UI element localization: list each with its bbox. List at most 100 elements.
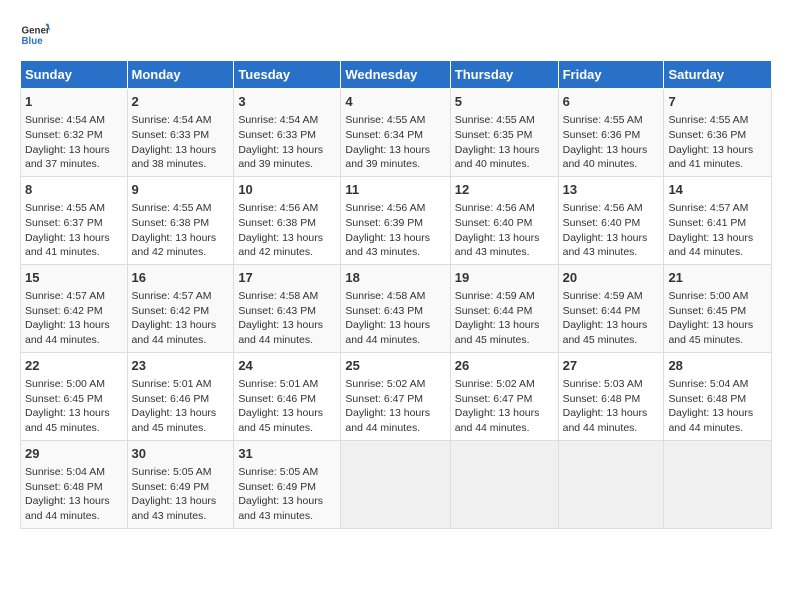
day-number: 15	[25, 269, 123, 287]
calendar-cell: 30 Sunrise: 5:05 AM Sunset: 6:49 PM Dayli…	[127, 440, 234, 528]
day-info: Sunrise: 5:00 AM Sunset: 6:45 PM Dayligh…	[668, 289, 767, 348]
day-number: 9	[132, 181, 230, 199]
calendar-cell: 20 Sunrise: 4:59 AM Sunset: 6:44 PM Dayli…	[558, 264, 664, 352]
calendar-cell: 5 Sunrise: 4:55 AM Sunset: 6:35 PM Daylig…	[450, 89, 558, 177]
day-info: Sunrise: 4:54 AM Sunset: 6:33 PM Dayligh…	[238, 113, 336, 172]
calendar-cell: 18Sunrise: 4:58 AM Sunset: 6:43 PM Dayli…	[341, 264, 450, 352]
day-info: Sunrise: 5:05 AM Sunset: 6:49 PM Dayligh…	[238, 465, 336, 524]
col-header-friday: Friday	[558, 61, 664, 89]
day-number: 17	[238, 269, 336, 287]
day-info: Sunrise: 5:00 AM Sunset: 6:45 PM Dayligh…	[25, 377, 123, 436]
day-number: 2	[132, 93, 230, 111]
calendar-cell: 13 Sunrise: 4:56 AM Sunset: 6:40 PM Dayli…	[558, 176, 664, 264]
day-info: Sunrise: 4:55 AM Sunset: 6:37 PM Dayligh…	[25, 201, 123, 260]
calendar-cell: 2 Sunrise: 4:54 AM Sunset: 6:33 PM Daylig…	[127, 89, 234, 177]
calendar-week-3: 15 Sunrise: 4:57 AM Sunset: 6:42 PM Dayli…	[21, 264, 772, 352]
day-info: Sunrise: 4:55 AM Sunset: 6:38 PM Dayligh…	[132, 201, 230, 260]
day-info: Sunrise: 4:56 AM Sunset: 6:40 PM Dayligh…	[455, 201, 554, 260]
col-header-thursday: Thursday	[450, 61, 558, 89]
calendar-cell: 6 Sunrise: 4:55 AM Sunset: 6:36 PM Daylig…	[558, 89, 664, 177]
day-number: 28	[668, 357, 767, 375]
day-info: Sunrise: 5:04 AM Sunset: 6:48 PM Dayligh…	[25, 465, 123, 524]
calendar-cell: 15 Sunrise: 4:57 AM Sunset: 6:42 PM Dayli…	[21, 264, 128, 352]
day-number: 12	[455, 181, 554, 199]
calendar-cell	[341, 440, 450, 528]
day-info: Sunrise: 4:57 AM Sunset: 6:42 PM Dayligh…	[132, 289, 230, 348]
day-number: 25	[345, 357, 445, 375]
col-header-sunday: Sunday	[21, 61, 128, 89]
page-header: General Blue	[20, 20, 772, 50]
day-number: 27	[563, 357, 660, 375]
svg-text:Blue: Blue	[22, 36, 44, 47]
day-info: Sunrise: 5:05 AM Sunset: 6:49 PM Dayligh…	[132, 465, 230, 524]
calendar-cell: 27Sunrise: 5:03 AM Sunset: 6:48 PM Dayli…	[558, 352, 664, 440]
day-info: Sunrise: 5:01 AM Sunset: 6:46 PM Dayligh…	[132, 377, 230, 436]
svg-text:General: General	[22, 26, 51, 37]
calendar-cell: 28 Sunrise: 5:04 AM Sunset: 6:48 PM Dayli…	[664, 352, 772, 440]
calendar-cell: 25Sunrise: 5:02 AM Sunset: 6:47 PM Dayli…	[341, 352, 450, 440]
day-info: Sunrise: 4:55 AM Sunset: 6:36 PM Dayligh…	[563, 113, 660, 172]
col-header-tuesday: Tuesday	[234, 61, 341, 89]
calendar-cell: 19 Sunrise: 4:59 AM Sunset: 6:44 PM Dayli…	[450, 264, 558, 352]
calendar-cell: 16 Sunrise: 4:57 AM Sunset: 6:42 PM Dayli…	[127, 264, 234, 352]
calendar-cell: 21 Sunrise: 5:00 AM Sunset: 6:45 PM Dayli…	[664, 264, 772, 352]
calendar-cell: 29 Sunrise: 5:04 AM Sunset: 6:48 PM Dayli…	[21, 440, 128, 528]
day-number: 5	[455, 93, 554, 111]
calendar-cell: 10Sunrise: 4:56 AM Sunset: 6:38 PM Dayli…	[234, 176, 341, 264]
col-header-monday: Monday	[127, 61, 234, 89]
day-info: Sunrise: 4:59 AM Sunset: 6:44 PM Dayligh…	[455, 289, 554, 348]
calendar-week-5: 29 Sunrise: 5:04 AM Sunset: 6:48 PM Dayli…	[21, 440, 772, 528]
calendar-week-1: 1 Sunrise: 4:54 AM Sunset: 6:32 PM Daylig…	[21, 89, 772, 177]
calendar-cell	[664, 440, 772, 528]
day-number: 4	[345, 93, 445, 111]
day-info: Sunrise: 4:55 AM Sunset: 6:35 PM Dayligh…	[455, 113, 554, 172]
calendar-cell: 8 Sunrise: 4:55 AM Sunset: 6:37 PM Daylig…	[21, 176, 128, 264]
calendar-cell: 31 Sunrise: 5:05 AM Sunset: 6:49 PM Dayli…	[234, 440, 341, 528]
calendar-cell: 9 Sunrise: 4:55 AM Sunset: 6:38 PM Daylig…	[127, 176, 234, 264]
calendar-cell: 11Sunrise: 4:56 AM Sunset: 6:39 PM Dayli…	[341, 176, 450, 264]
day-number: 19	[455, 269, 554, 287]
col-header-wednesday: Wednesday	[341, 61, 450, 89]
day-info: Sunrise: 4:58 AM Sunset: 6:43 PM Dayligh…	[238, 289, 336, 348]
calendar-cell: 3 Sunrise: 4:54 AM Sunset: 6:33 PM Daylig…	[234, 89, 341, 177]
day-number: 3	[238, 93, 336, 111]
day-info: Sunrise: 4:54 AM Sunset: 6:33 PM Dayligh…	[132, 113, 230, 172]
day-number: 30	[132, 445, 230, 463]
day-info: Sunrise: 4:57 AM Sunset: 6:41 PM Dayligh…	[668, 201, 767, 260]
calendar-cell: 1 Sunrise: 4:54 AM Sunset: 6:32 PM Daylig…	[21, 89, 128, 177]
day-number: 16	[132, 269, 230, 287]
calendar-cell	[558, 440, 664, 528]
col-header-saturday: Saturday	[664, 61, 772, 89]
calendar-cell: 12 Sunrise: 4:56 AM Sunset: 6:40 PM Dayli…	[450, 176, 558, 264]
day-number: 26	[455, 357, 554, 375]
day-number: 23	[132, 357, 230, 375]
day-info: Sunrise: 4:56 AM Sunset: 6:40 PM Dayligh…	[563, 201, 660, 260]
day-number: 20	[563, 269, 660, 287]
calendar-table: SundayMondayTuesdayWednesdayThursdayFrid…	[20, 60, 772, 529]
day-info: Sunrise: 4:59 AM Sunset: 6:44 PM Dayligh…	[563, 289, 660, 348]
day-number: 18	[345, 269, 445, 287]
calendar-cell: 23 Sunrise: 5:01 AM Sunset: 6:46 PM Dayli…	[127, 352, 234, 440]
logo: General Blue	[20, 20, 50, 50]
calendar-week-2: 8 Sunrise: 4:55 AM Sunset: 6:37 PM Daylig…	[21, 176, 772, 264]
day-number: 24	[238, 357, 336, 375]
day-number: 13	[563, 181, 660, 199]
calendar-cell	[450, 440, 558, 528]
day-number: 31	[238, 445, 336, 463]
day-info: Sunrise: 5:01 AM Sunset: 6:46 PM Dayligh…	[238, 377, 336, 436]
day-number: 10	[238, 181, 336, 199]
day-info: Sunrise: 4:54 AM Sunset: 6:32 PM Dayligh…	[25, 113, 123, 172]
day-number: 21	[668, 269, 767, 287]
calendar-cell: 24 Sunrise: 5:01 AM Sunset: 6:46 PM Dayli…	[234, 352, 341, 440]
day-number: 8	[25, 181, 123, 199]
day-info: Sunrise: 4:57 AM Sunset: 6:42 PM Dayligh…	[25, 289, 123, 348]
day-number: 1	[25, 93, 123, 111]
day-info: Sunrise: 4:55 AM Sunset: 6:36 PM Dayligh…	[668, 113, 767, 172]
calendar-cell: 7Sunrise: 4:55 AM Sunset: 6:36 PM Daylig…	[664, 89, 772, 177]
day-number: 29	[25, 445, 123, 463]
day-number: 14	[668, 181, 767, 199]
calendar-cell: 17 Sunrise: 4:58 AM Sunset: 6:43 PM Dayli…	[234, 264, 341, 352]
day-number: 6	[563, 93, 660, 111]
day-info: Sunrise: 5:04 AM Sunset: 6:48 PM Dayligh…	[668, 377, 767, 436]
day-number: 22	[25, 357, 123, 375]
